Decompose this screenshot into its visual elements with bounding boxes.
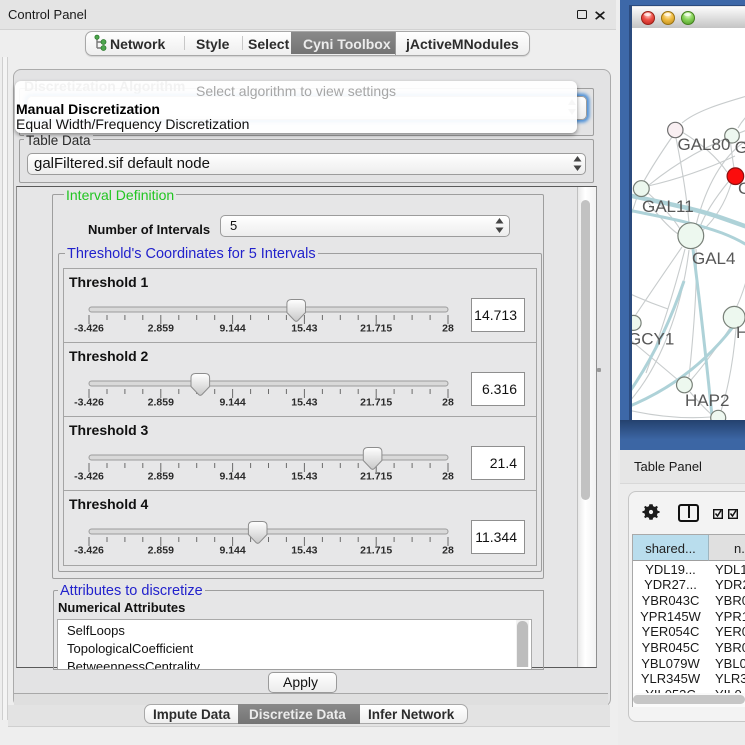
svg-text:9.144: 9.144 bbox=[219, 545, 245, 557]
svg-text:28: 28 bbox=[442, 545, 454, 557]
svg-text:15.43: 15.43 bbox=[291, 397, 317, 409]
svg-text:2.859: 2.859 bbox=[148, 397, 174, 409]
svg-text:-3.426: -3.426 bbox=[74, 471, 104, 483]
svg-text:28: 28 bbox=[442, 397, 454, 409]
svg-text:28: 28 bbox=[442, 323, 454, 335]
svg-text:2.859: 2.859 bbox=[148, 323, 174, 335]
svg-text:15.43: 15.43 bbox=[291, 545, 317, 557]
svg-text:2.859: 2.859 bbox=[148, 471, 174, 483]
svg-text:15.43: 15.43 bbox=[291, 323, 317, 335]
svg-text:GCY1: GCY1 bbox=[632, 330, 674, 349]
svg-text:GA: GA bbox=[735, 138, 745, 157]
svg-text:-3.426: -3.426 bbox=[74, 545, 104, 557]
svg-text:9.144: 9.144 bbox=[219, 471, 245, 483]
svg-text:28: 28 bbox=[442, 471, 454, 483]
svg-text:9.144: 9.144 bbox=[219, 323, 245, 335]
svg-text:2.859: 2.859 bbox=[148, 545, 174, 557]
svg-text:H: H bbox=[736, 323, 745, 342]
svg-text:GAL4: GAL4 bbox=[692, 249, 735, 268]
svg-text:G: G bbox=[738, 179, 745, 198]
svg-text:15.43: 15.43 bbox=[291, 471, 317, 483]
svg-text:HAP2: HAP2 bbox=[685, 391, 729, 410]
svg-text:9.144: 9.144 bbox=[219, 397, 245, 409]
svg-text:-3.426: -3.426 bbox=[74, 323, 104, 335]
svg-text:GAL80: GAL80 bbox=[678, 135, 731, 154]
svg-text:-3.426: -3.426 bbox=[74, 397, 104, 409]
svg-text:21.715: 21.715 bbox=[360, 323, 392, 335]
svg-text:21.715: 21.715 bbox=[360, 471, 392, 483]
svg-text:21.715: 21.715 bbox=[360, 397, 392, 409]
svg-text:GAL11: GAL11 bbox=[642, 197, 694, 216]
svg-text:21.715: 21.715 bbox=[360, 545, 392, 557]
